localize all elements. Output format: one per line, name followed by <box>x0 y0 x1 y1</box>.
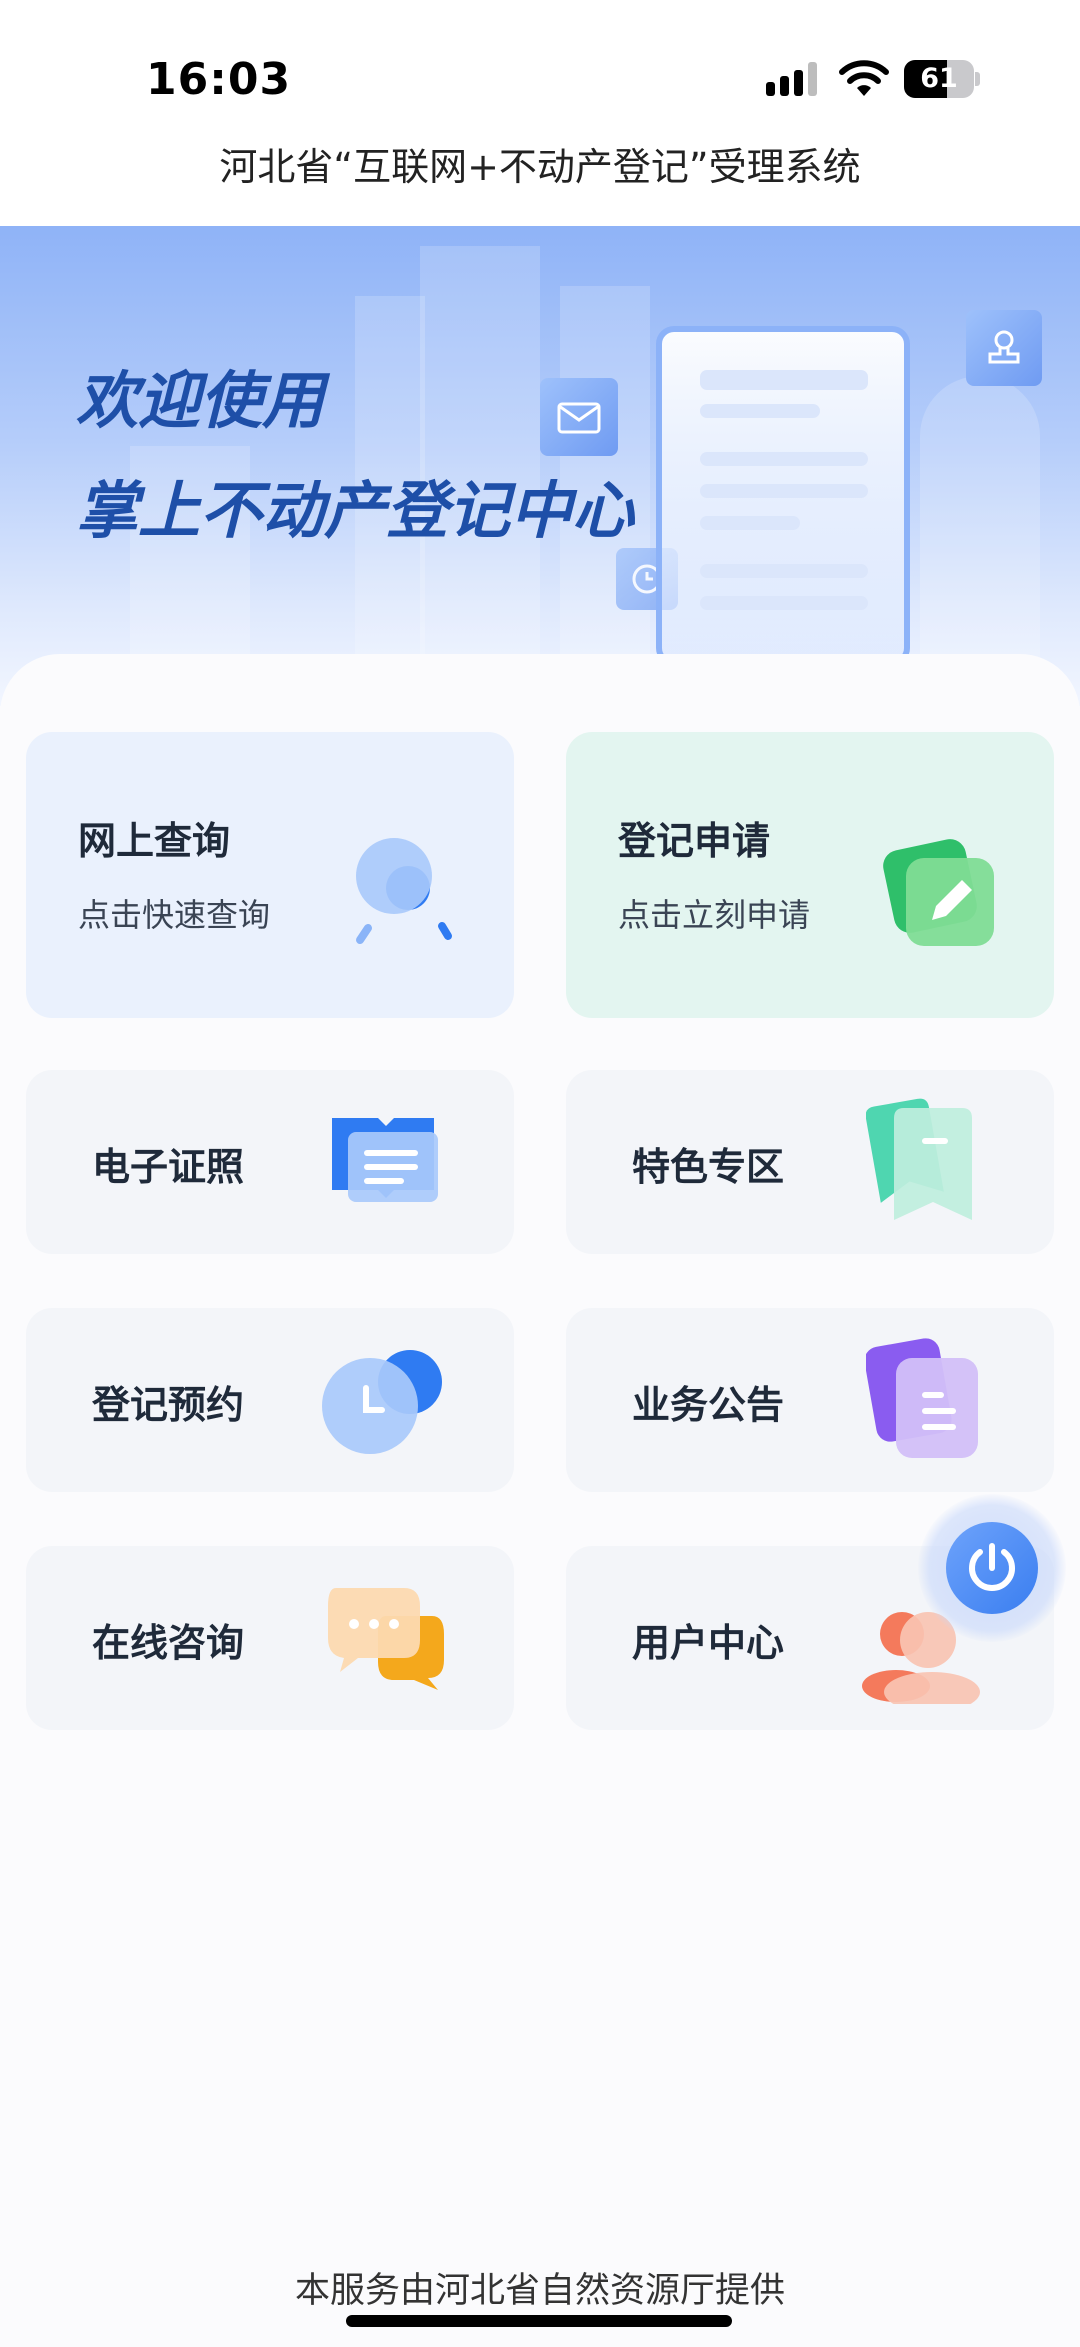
stamp-icon <box>966 310 1042 386</box>
status-bar: 16:03 61 <box>0 0 1080 140</box>
clock-icon <box>322 1350 442 1454</box>
tile-registration-appointment[interactable]: 登记预约 <box>26 1308 514 1492</box>
document-icon <box>866 1338 978 1458</box>
wifi-icon <box>839 60 889 96</box>
menu-panel: 网上查询 点击快速查询 登记申请 点击立刻申请 电子证照 特色专区 登记预约 业… <box>0 654 1080 2347</box>
tile-title: 在线咨询 <box>92 1621 245 1665</box>
banner-title-line2: 掌上不动产登记中心 <box>76 474 635 547</box>
tile-title: 登记申请 <box>618 819 771 863</box>
tile-title: 特色专区 <box>632 1145 785 1189</box>
cellular-signal-icon <box>766 62 822 96</box>
tile-featured-zone[interactable]: 特色专区 <box>566 1070 1054 1254</box>
tile-subtitle: 点击立刻申请 <box>618 896 811 934</box>
floating-power-button[interactable] <box>918 1494 1066 1642</box>
status-time: 16:03 <box>146 54 292 105</box>
power-icon <box>969 1543 1015 1591</box>
tile-online-consultation[interactable]: 在线咨询 <box>26 1546 514 1730</box>
footer-provider-text: 本服务由河北省自然资源厅提供 <box>294 2271 785 2311</box>
mail-icon <box>540 378 618 456</box>
tile-title: 登记预约 <box>92 1383 245 1427</box>
tile-registration-apply[interactable]: 登记申请 点击立刻申请 <box>566 732 1054 1018</box>
home-indicator[interactable] <box>346 2315 732 2327</box>
document-illustration <box>656 326 910 666</box>
chat-bubble-icon <box>328 1588 444 1690</box>
tile-business-announcement[interactable]: 业务公告 <box>566 1308 1054 1492</box>
tile-subtitle: 点击快速查询 <box>78 896 271 934</box>
tile-title: 用户中心 <box>632 1621 785 1665</box>
battery-icon: 61 <box>904 60 980 98</box>
open-book-icon <box>332 1118 438 1202</box>
tile-title: 业务公告 <box>632 1383 785 1427</box>
magnifier-icon <box>356 838 452 944</box>
pencil-note-icon <box>883 839 994 946</box>
page-title: 河北省“互联网+不动产登记”受理系统 <box>0 140 1080 226</box>
tile-online-query[interactable]: 网上查询 点击快速查询 <box>26 732 514 1018</box>
tile-e-certificate[interactable]: 电子证照 <box>26 1070 514 1254</box>
tile-title: 网上查询 <box>78 819 231 863</box>
welcome-banner: 欢迎使用 掌上不动产登记中心 <box>0 226 1080 706</box>
bookmark-icon <box>866 1098 972 1220</box>
tile-title: 电子证照 <box>92 1145 245 1189</box>
battery-level: 61 <box>920 63 958 94</box>
